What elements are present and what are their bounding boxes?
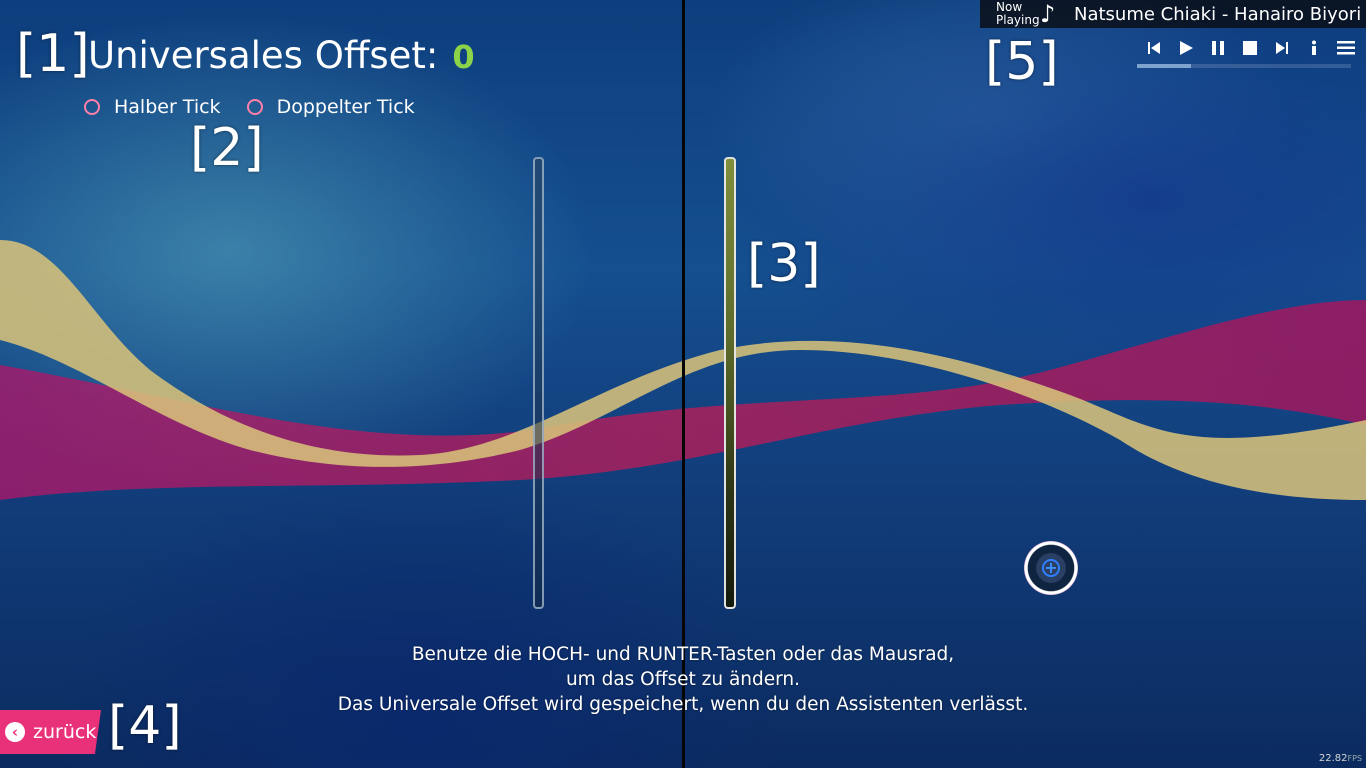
marker-2: [2] <box>190 118 264 178</box>
marker-3: [3] <box>747 234 821 294</box>
radio-circle-icon[interactable] <box>84 99 100 115</box>
crosshair-icon: + <box>1042 559 1060 577</box>
instructions-line-3: Das Universale Offset wird gespeichert, … <box>337 694 1029 715</box>
now-playing-label: Now Playing <box>996 1 1040 27</box>
now-playing-song[interactable]: Natsume Chiaki - Hanairo Biyori <box>1074 4 1361 25</box>
pause-icon[interactable] <box>1202 36 1234 60</box>
music-controls <box>1138 36 1362 60</box>
music-progress-fill <box>1137 64 1191 68</box>
now-playing-bar: Now Playing ♪ Natsume Chiaki - Hanairo B… <box>980 0 1366 28</box>
offset-bar-left <box>533 157 544 609</box>
fps-value: 22.82 <box>1318 753 1348 764</box>
info-icon[interactable] <box>1298 36 1330 60</box>
fps-counter: 22.82FPS <box>1319 753 1362 764</box>
offset-value: 0 <box>452 38 475 76</box>
previous-icon[interactable] <box>1138 36 1170 60</box>
instructions-line-2: um das Offset zu ändern. <box>565 669 801 690</box>
option-half-tick[interactable]: Halber Tick <box>84 96 221 118</box>
offset-label: Universales Offset: <box>88 34 439 77</box>
music-progress-bar[interactable] <box>1137 64 1351 68</box>
offset-title: Universales Offset: 0 <box>88 34 475 77</box>
option-double-tick-label: Doppelter Tick <box>276 96 415 118</box>
menu-icon[interactable] <box>1330 36 1362 60</box>
music-note-icon: ♪ <box>1040 0 1056 28</box>
tick-options: Halber Tick Doppelter Tick <box>84 96 415 118</box>
back-button-label: zurück <box>33 721 97 743</box>
marker-4: [4] <box>108 696 182 756</box>
fps-unit: FPS <box>1347 754 1362 763</box>
offset-bar-right <box>724 157 736 609</box>
option-half-tick-label: Halber Tick <box>114 96 221 118</box>
now-playing-label-line2: Playing <box>996 13 1040 27</box>
next-icon[interactable] <box>1266 36 1298 60</box>
marker-1: [1] <box>16 24 90 84</box>
mouse-cursor: + <box>1024 541 1078 595</box>
option-double-tick[interactable]: Doppelter Tick <box>246 96 415 118</box>
stop-icon[interactable] <box>1234 36 1266 60</box>
play-icon[interactable] <box>1170 36 1202 60</box>
instructions-line-1: Benutze die HOCH- und RUNTER-Tasten oder… <box>411 644 955 665</box>
radio-circle-icon[interactable] <box>246 99 263 115</box>
back-button[interactable]: ‹ zurück <box>0 710 101 754</box>
marker-5: [5] <box>985 32 1059 92</box>
instructions: Benutze die HOCH- und RUNTER-Tasten oder… <box>280 642 1086 717</box>
chevron-left-icon: ‹ <box>5 722 25 742</box>
